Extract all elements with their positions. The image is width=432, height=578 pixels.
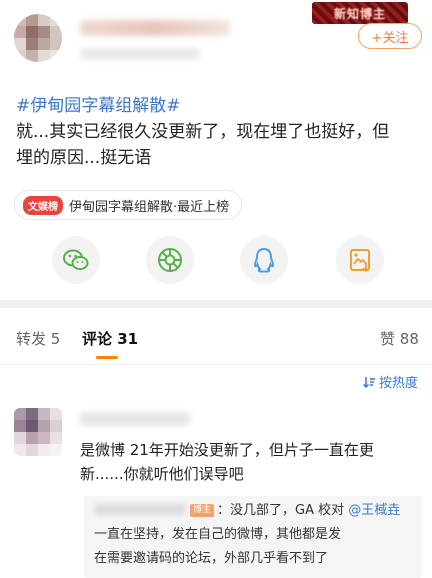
share-moments-button[interactable] (146, 236, 194, 284)
reply-line-1: 博主 ：没几部了，GA 校对 @王棫垚 (94, 500, 416, 522)
vip-banner-label: 新知博主 (333, 6, 386, 21)
tab-likes-count: 88 (399, 330, 419, 348)
sort-by-hot-button[interactable]: 按热度 (362, 372, 418, 391)
replier-name-redacted[interactable] (94, 504, 186, 515)
tab-likes-label: 赞 (380, 330, 396, 348)
blogger-badge: 博主 (190, 504, 215, 517)
post-hashtag[interactable]: #伊甸园字幕组解散# (16, 94, 420, 118)
tab-repost-label: 转发 (16, 330, 47, 348)
save-image-icon (350, 249, 370, 273)
reply-line-2: 一直在坚持，发在自己的微博，其他都是发 (94, 527, 342, 542)
sort-icon (362, 376, 375, 388)
active-tab-indicator (96, 356, 118, 359)
sort-label: 按热度 (379, 376, 419, 391)
reply-line-3: 在需要邀请码的论坛，外部几乎看不到了 (94, 551, 329, 566)
tabs-divider (0, 364, 432, 365)
post-line-1: 就...其实已经很久没更新了，现在埋了也挺好，但 (16, 122, 390, 142)
topic-rank-badge: 文娱榜 (23, 195, 63, 215)
post-meta-redacted (80, 48, 200, 60)
topic-label: 伊甸园字幕组解散·最近上榜 (69, 199, 230, 215)
share-qq-button[interactable] (240, 236, 288, 284)
tab-repost-count: 5 (50, 330, 61, 348)
reply-text-1: ：没几部了，GA 校对 (217, 503, 345, 518)
topic-pill[interactable]: 文娱榜 伊甸园字幕组解散·最近上榜 (14, 190, 243, 220)
tab-comments[interactable]: 评论 31 (82, 328, 138, 349)
tab-repost[interactable]: 转发 5 (16, 328, 60, 349)
reply-preview[interactable]: 博主 ：没几部了，GA 校对 @王棫垚 一直在坚持，发在自己的微博，其他都是发 在… (84, 496, 422, 578)
section-separator (0, 300, 432, 308)
author-name-redacted[interactable] (80, 20, 230, 36)
hashtag-link[interactable]: #伊甸园字幕组解散# (16, 96, 181, 116)
commenter-avatar[interactable] (14, 408, 62, 456)
vip-banner: 新知博主 (312, 2, 408, 24)
author-avatar[interactable] (14, 14, 62, 62)
comment-line-2: 新......你就听他们误导吧 (80, 465, 244, 483)
save-image-button[interactable] (336, 236, 384, 284)
wechat-icon (63, 249, 89, 270)
follow-button[interactable]: +关注 (358, 23, 422, 49)
qq-icon (253, 247, 275, 273)
post-line-2: 埋的原因...挺无语 (16, 148, 152, 168)
mention-link[interactable]: @王棫垚 (348, 503, 400, 518)
comment-line-1: 是微博 21年开始没更新了，但片子一直在更 (80, 441, 374, 459)
tab-likes[interactable]: 赞 88 (380, 328, 419, 349)
share-wechat-button[interactable] (52, 236, 100, 284)
moments-icon (158, 248, 182, 272)
commenter-name-redacted[interactable] (80, 412, 190, 426)
tab-comments-count: 31 (117, 330, 139, 348)
tab-comments-label: 评论 (82, 330, 113, 348)
